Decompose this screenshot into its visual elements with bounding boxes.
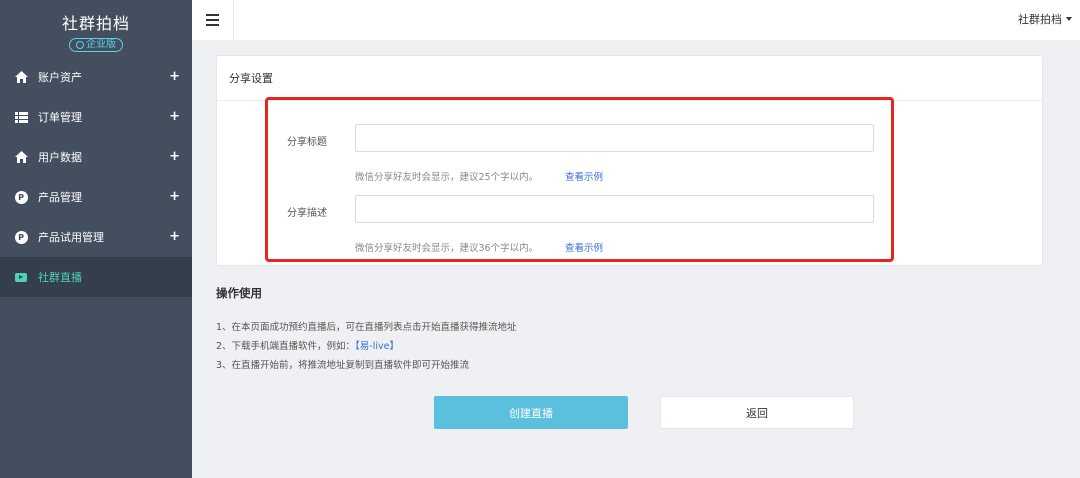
highlight-box (265, 97, 894, 262)
enterprise-badge-label: 企业版 (86, 39, 116, 50)
sidebar-item-account-assets[interactable]: 账户资产 + (0, 57, 192, 97)
user-name: 社群拍档 (1018, 13, 1062, 26)
p-icon: P (14, 230, 28, 244)
live-app-link[interactable]: 【易-live】 (355, 341, 399, 352)
sidebar-item-label: 社群直播 (38, 271, 82, 284)
back-button[interactable]: 返回 (660, 396, 854, 429)
enterprise-badge: 企业版 (69, 38, 123, 52)
expand-icon[interactable]: + (169, 189, 180, 204)
p-icon-glyph: P (14, 230, 28, 244)
chevron-down-icon (1066, 17, 1072, 21)
sidebar-item-label: 账户资产 (38, 71, 82, 84)
operations-title: 操作使用 (216, 286, 262, 300)
sidebar-item-label: 用户数据 (38, 151, 82, 164)
expand-icon[interactable]: + (169, 109, 180, 124)
live-icon (14, 270, 28, 284)
brand-name: 社群拍档 (61, 14, 130, 33)
operation-step-1: 1、在本页面成功预约直播后，可在直播列表点击开始直播获得推流地址 (216, 322, 517, 333)
list-icon (14, 110, 28, 124)
menu-toggle-icon[interactable] (192, 0, 234, 40)
sidebar-item-product-trial[interactable]: P 产品试用管理 + (0, 217, 192, 257)
sidebar-item-label: 产品管理 (38, 191, 82, 204)
sidebar-item-label: 订单管理 (38, 111, 82, 124)
expand-icon[interactable]: + (169, 69, 180, 84)
operation-step-2: 2、下载手机端直播软件，例如：【易-live】 (216, 338, 399, 352)
share-settings-panel: 分享设置 分享标题 微信分享好友时会显示，建议25个字以内。 查看示例 分享描述… (216, 55, 1043, 266)
sidebar-item-community-live[interactable]: 社群直播 (0, 257, 192, 297)
home-icon (14, 150, 28, 164)
top-bar: 社群拍档 (192, 0, 1080, 40)
create-live-button[interactable]: 创建直播 (434, 396, 628, 429)
user-menu[interactable]: 社群拍档 (1018, 11, 1072, 27)
sidebar-item-order-management[interactable]: 订单管理 + (0, 97, 192, 137)
operation-step-2-text: 2、下载手机端直播软件，例如： (216, 341, 356, 352)
panel-title: 分享设置 (217, 56, 1042, 101)
expand-icon[interactable]: + (169, 149, 180, 164)
home-icon (14, 70, 28, 84)
p-icon-glyph: P (14, 190, 28, 204)
p-icon: P (14, 190, 28, 204)
brand: 社群拍档 企业版 (0, 0, 192, 57)
badge-icon (76, 41, 84, 49)
expand-icon[interactable]: + (169, 229, 180, 244)
live-icon-glyph (15, 272, 27, 282)
sidebar-item-product-management[interactable]: P 产品管理 + (0, 177, 192, 217)
sidebar: 社群拍档 企业版 账户资产 + 订单管理 + 用户数据 + P 产品管理 + P… (0, 0, 192, 478)
operation-step-3: 3、在直播开始前，将推流地址复制到直播软件即可开始推流 (216, 360, 470, 371)
sidebar-item-user-data[interactable]: 用户数据 + (0, 137, 192, 177)
sidebar-item-label: 产品试用管理 (38, 231, 104, 244)
